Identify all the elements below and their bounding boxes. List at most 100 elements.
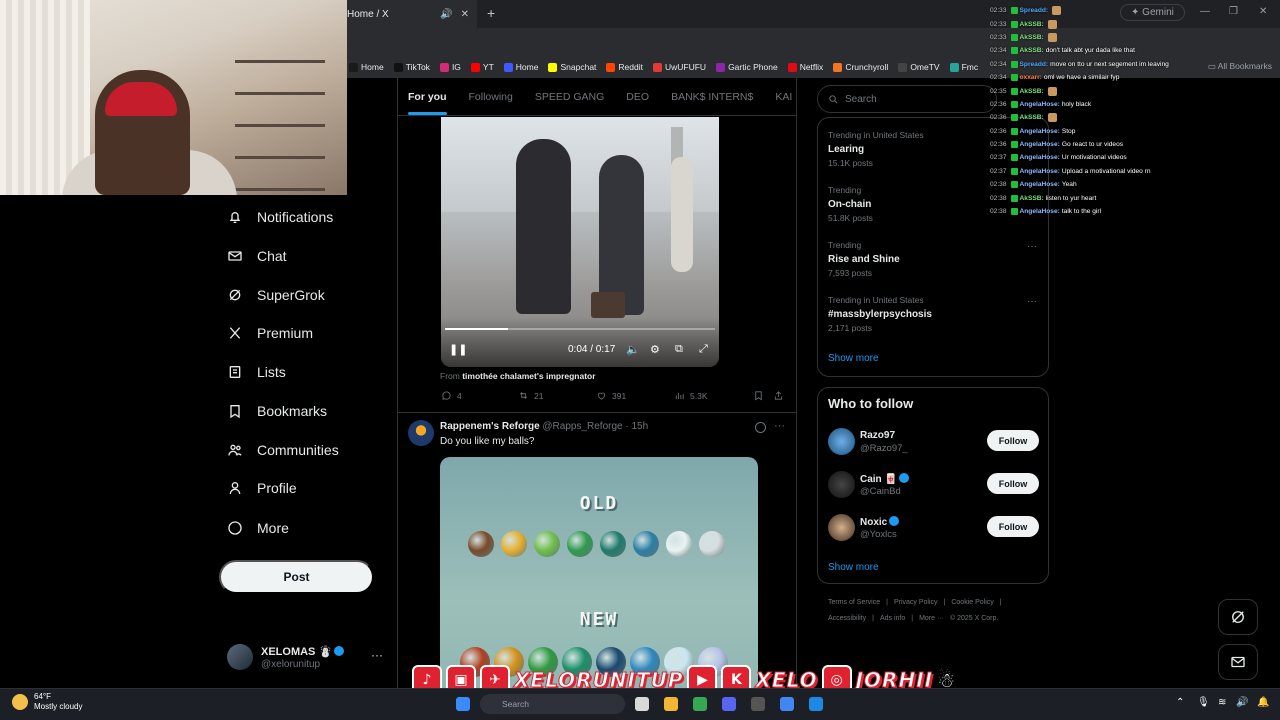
obs-icon[interactable]: [751, 697, 765, 711]
sidebar-item-premium[interactable]: Premium: [227, 325, 313, 341]
share-button[interactable]: [773, 390, 784, 401]
footer-link[interactable]: More ···: [919, 615, 944, 622]
tab-kai-ma[interactable]: KAI MA: [775, 91, 796, 103]
trend-item[interactable]: Trending Rise and Shine 7,593 posts: [828, 240, 900, 278]
footer-link[interactable]: Terms of Service: [828, 599, 880, 606]
bookmark-3[interactable]: YT: [470, 62, 494, 72]
post-button[interactable]: Post: [219, 560, 374, 594]
bookmark-5[interactable]: Snapchat: [548, 62, 596, 72]
bookmark-6[interactable]: Reddit: [606, 62, 643, 72]
bookmark-1[interactable]: TikTok: [393, 62, 430, 72]
task-view-icon[interactable]: [635, 697, 649, 711]
bookmark-button[interactable]: [753, 390, 764, 401]
footer-link[interactable]: Cookie Policy: [951, 599, 993, 606]
chrome-alt-icon[interactable]: [780, 697, 794, 711]
bookmark-11[interactable]: OmeTV: [898, 62, 940, 72]
pause-icon[interactable]: ❚❚: [449, 343, 467, 356]
settings-icon[interactable]: ⚙: [650, 343, 660, 356]
tweet-author-name[interactable]: Rappenem's Reforge: [440, 421, 540, 432]
sidebar-item-notifications[interactable]: Notifications: [227, 209, 333, 225]
follow-button[interactable]: Follow: [987, 516, 1039, 537]
weather-widget[interactable]: 64°F Mostly cloudy: [12, 692, 82, 712]
bookmark-0[interactable]: Home: [349, 62, 384, 72]
browser-tab-home[interactable]: Home / X 🔊 ✕: [347, 0, 477, 28]
discord-icon[interactable]: [722, 697, 736, 711]
sidebar-item-communities[interactable]: Communities: [227, 442, 339, 458]
tray-chevron-icon[interactable]: ⌃: [1176, 697, 1184, 708]
tab-for-you[interactable]: For you: [408, 91, 447, 115]
trends-show-more[interactable]: Show more: [828, 353, 879, 364]
file-explorer-icon[interactable]: [664, 697, 678, 711]
speaker-icon[interactable]: 🔊: [1236, 697, 1248, 708]
follow-button[interactable]: Follow: [987, 430, 1039, 451]
more-icon[interactable]: ···: [371, 648, 383, 662]
fullscreen-icon[interactable]: ⤢: [699, 343, 708, 356]
speaker-icon[interactable]: 🔊: [440, 9, 452, 20]
trend-more-icon[interactable]: ···: [1027, 241, 1037, 252]
chat-time: 02:36: [990, 141, 1007, 149]
wifi-icon[interactable]: ≋: [1218, 697, 1226, 708]
search-input[interactable]: [845, 93, 985, 105]
follow-button[interactable]: Follow: [987, 473, 1039, 494]
video-progress-bar[interactable]: [445, 328, 715, 330]
bookmark-12[interactable]: Fmc: [949, 62, 978, 72]
like-button[interactable]: 391: [596, 390, 626, 401]
sidebar-item-chat[interactable]: Chat: [227, 248, 287, 264]
tweet-more-icon[interactable]: ···: [774, 420, 785, 432]
trend-item[interactable]: Trending On-chain 51.8K posts: [828, 185, 873, 223]
tab-deo[interactable]: DEO: [626, 91, 649, 103]
bookmark-label: YT: [482, 62, 494, 72]
new-tab-button[interactable]: +: [487, 5, 495, 21]
tweet-avatar[interactable]: [408, 420, 434, 446]
bookmark-2[interactable]: IG: [439, 62, 461, 72]
windows-start-icon[interactable]: [456, 697, 470, 711]
volume-icon[interactable]: 🔈: [626, 343, 640, 356]
close-icon[interactable]: ✕: [461, 9, 469, 20]
follow-show-more[interactable]: Show more: [828, 562, 879, 573]
tab-bank-intern-[interactable]: BANK$ INTERN$: [671, 91, 753, 103]
tab-speed-gang[interactable]: SPEED GANG: [535, 91, 604, 103]
bookmark-4[interactable]: Home: [503, 62, 538, 72]
bookmark-9[interactable]: Netflix: [787, 62, 823, 72]
suggested-account[interactable]: Noxic @Yoxlcs Follow: [828, 514, 1040, 544]
avatar[interactable]: [828, 428, 855, 455]
tab-following[interactable]: Following: [469, 91, 513, 103]
sidebar-item-bookmarks[interactable]: Bookmarks: [227, 403, 327, 419]
video-source[interactable]: From timothée chalamet's impregnator: [440, 371, 596, 381]
chrome-icon[interactable]: [693, 697, 707, 711]
bookmark-10[interactable]: Crunchyroll: [833, 62, 888, 72]
search-box[interactable]: [817, 85, 997, 113]
bookmark-7[interactable]: UwUFUFU: [652, 62, 706, 72]
footer-link[interactable]: © 2025 X Corp.: [950, 615, 998, 622]
grok-fab[interactable]: [1218, 599, 1258, 635]
bookmark-label: OmeTV: [910, 62, 940, 72]
mic-icon[interactable]: 🎙: [1197, 697, 1210, 708]
suggested-account[interactable]: Cain 🀄 @CainBd Follow: [828, 471, 1040, 501]
taskbar-search[interactable]: Search: [480, 694, 625, 714]
trend-more-icon[interactable]: ···: [1027, 296, 1037, 307]
notification-bell-icon[interactable]: 🔔: [1257, 697, 1269, 708]
account-switcher[interactable]: XELOMAS ☃️ @xelorunitup ···: [227, 642, 387, 674]
tweet-author-handle[interactable]: @Rapps_Reforge: [542, 421, 622, 432]
pip-icon[interactable]: ⧉: [675, 343, 683, 356]
messages-fab[interactable]: [1218, 644, 1258, 680]
repost-button[interactable]: 21: [518, 390, 543, 401]
trend-item[interactable]: Trending in United States Learing 15.1K po…: [828, 130, 924, 168]
reply-button[interactable]: 4: [441, 390, 462, 401]
sidebar-item-profile[interactable]: Profile: [227, 480, 297, 496]
views-button[interactable]: 5.3K: [674, 390, 708, 401]
avatar[interactable]: [828, 514, 855, 541]
sidebar-item-supergrok[interactable]: SuperGrok: [227, 287, 325, 303]
bookmark-8[interactable]: Gartic Phone: [716, 62, 778, 72]
footer-link[interactable]: Privacy Policy: [894, 599, 938, 606]
trend-item[interactable]: Trending in United States #massbylerpsych…: [828, 295, 932, 333]
footer-link[interactable]: Ads info: [880, 615, 905, 622]
sidebar-item-more[interactable]: More: [227, 520, 289, 536]
sidebar-item-lists[interactable]: Lists: [227, 364, 286, 380]
grok-icon[interactable]: [755, 422, 766, 433]
avatar[interactable]: [828, 471, 855, 498]
app-icon[interactable]: [809, 697, 823, 711]
tweet-time[interactable]: · 15h: [625, 421, 648, 432]
footer-link[interactable]: Accessibility: [828, 615, 866, 622]
suggested-account[interactable]: Razo97 @Razo97_ Follow: [828, 428, 1040, 458]
